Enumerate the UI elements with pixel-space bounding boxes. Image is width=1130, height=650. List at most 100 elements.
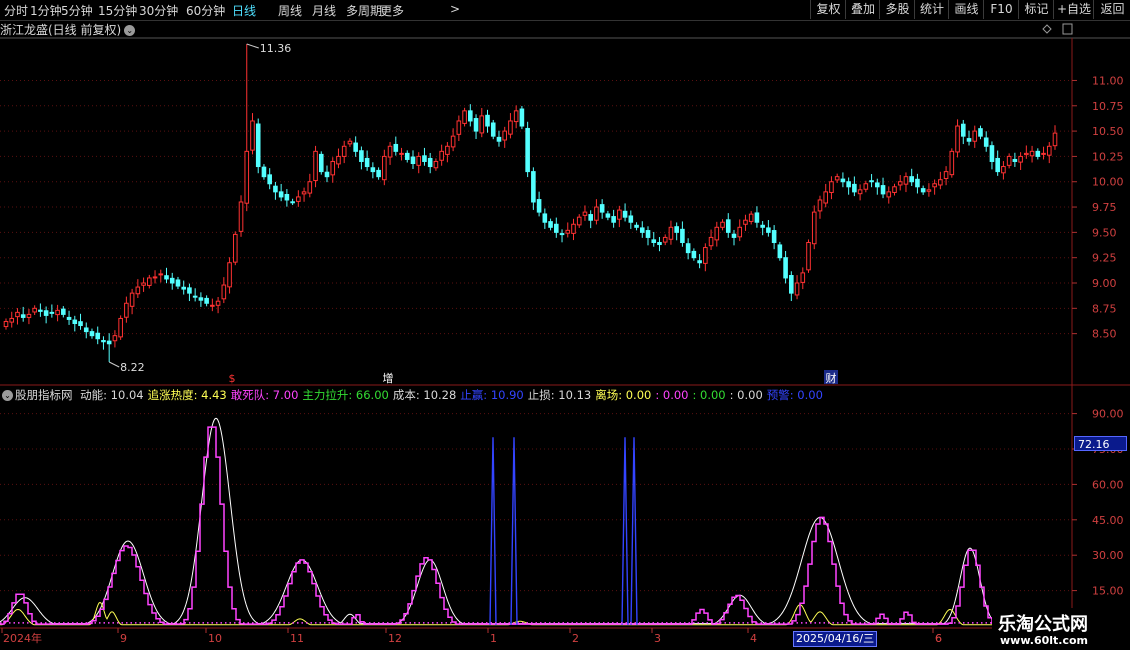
candle-body (215, 300, 221, 306)
event-marker: 增 (383, 371, 394, 385)
candle-body (284, 193, 290, 201)
watermark-title: 乐淘公式网 (998, 614, 1088, 635)
candle-body (714, 226, 720, 241)
candle-body (559, 233, 565, 236)
candle-body (869, 180, 874, 183)
watermark-url: www.60lt.com (1000, 634, 1089, 647)
candle-body (1052, 132, 1058, 147)
candle-body (880, 185, 886, 195)
time-label: 2 (572, 632, 579, 645)
candle-body (359, 150, 364, 162)
candle-body (697, 260, 702, 264)
candle-body (662, 236, 668, 243)
candle-body (725, 219, 731, 233)
candle-body (605, 213, 611, 218)
chart-canvas[interactable]: 11.00 10.75 10.50 10.25 10.00 9.75 9.50 9.25 9.0… (0, 0, 1130, 650)
candle-body (1024, 152, 1029, 156)
candle-body (748, 213, 754, 222)
candle-body (238, 201, 244, 232)
candle-body (1035, 150, 1041, 157)
indicator-tick-label: 60.00 (1092, 478, 1124, 491)
candle-body (250, 120, 255, 151)
candle-body (657, 241, 662, 246)
candle-body (766, 227, 771, 233)
candle-body (112, 335, 118, 342)
candle-body (210, 304, 215, 307)
candle-body (364, 157, 370, 168)
candle-body (588, 214, 593, 221)
candle-body (863, 183, 869, 190)
candle-body (674, 226, 679, 233)
low-pointer (108, 361, 120, 368)
candle-body (261, 166, 267, 178)
candle-body (370, 167, 376, 173)
candle-body (915, 178, 920, 188)
candle-body (1029, 150, 1035, 157)
candle-body (433, 160, 439, 169)
candle-body (135, 286, 141, 295)
candle-body (496, 136, 502, 142)
candle-body (582, 211, 588, 216)
candle-body (983, 137, 989, 147)
candle-body (978, 128, 983, 137)
candle-body (83, 327, 89, 333)
time-label: 11 (290, 632, 304, 645)
candle-body (129, 292, 135, 307)
candle-body (846, 181, 851, 188)
candle-body (508, 120, 513, 135)
candle-body (777, 244, 783, 259)
candle-body (513, 110, 519, 123)
candle-body (548, 221, 553, 228)
candle-body (823, 191, 829, 204)
price-tick-label: 10.75 (1092, 100, 1124, 113)
candle-body (273, 185, 278, 193)
candle-body (244, 150, 250, 204)
zhiying-spike (489, 437, 497, 625)
candle-body (645, 230, 651, 238)
candle-body (38, 309, 43, 312)
candle-body (43, 310, 49, 316)
candle-body (422, 155, 427, 162)
candle-body (708, 236, 714, 247)
candle-body (301, 191, 307, 195)
candle-body (473, 118, 479, 132)
candle-body (479, 115, 485, 134)
watermark-logo: 乐淘公式网 www.60lt.com (992, 608, 1130, 650)
candle-body (949, 150, 955, 176)
candle-body (227, 262, 232, 288)
candle-body (164, 275, 169, 280)
candle-body (55, 309, 60, 316)
price-tick-label: 10.25 (1092, 150, 1124, 163)
candle-body (903, 176, 909, 185)
candle-body (147, 277, 152, 286)
event-marker: $ (229, 372, 236, 385)
candle-body (651, 239, 657, 243)
candle-body (571, 223, 576, 234)
candle-body (617, 209, 622, 220)
candle-body (462, 110, 467, 124)
candle-body (703, 247, 708, 264)
candle-body (972, 130, 978, 142)
candle-body (118, 317, 123, 338)
candle-body (450, 135, 456, 148)
time-label: 10 (208, 632, 222, 645)
candle-body (1041, 152, 1046, 155)
candle-body (599, 204, 605, 213)
candle-body (771, 230, 777, 243)
candle-body (106, 340, 112, 345)
price-tick-label: 9.50 (1092, 226, 1117, 239)
candle-body (668, 226, 674, 240)
candle-body (296, 196, 301, 202)
price-tick-label: 9.00 (1092, 277, 1117, 290)
candle-body (840, 178, 846, 183)
candle-body (1001, 166, 1006, 174)
indicator-current-value: 72.16 (1074, 436, 1127, 451)
candle-body (427, 157, 433, 168)
candle-body (886, 191, 892, 198)
time-label: 9 (120, 632, 127, 645)
indicator-tick-label: 90.00 (1092, 408, 1124, 421)
candle-body (794, 282, 800, 296)
candle-body (124, 302, 129, 318)
candle-body (410, 156, 416, 165)
candle-body (439, 150, 444, 161)
